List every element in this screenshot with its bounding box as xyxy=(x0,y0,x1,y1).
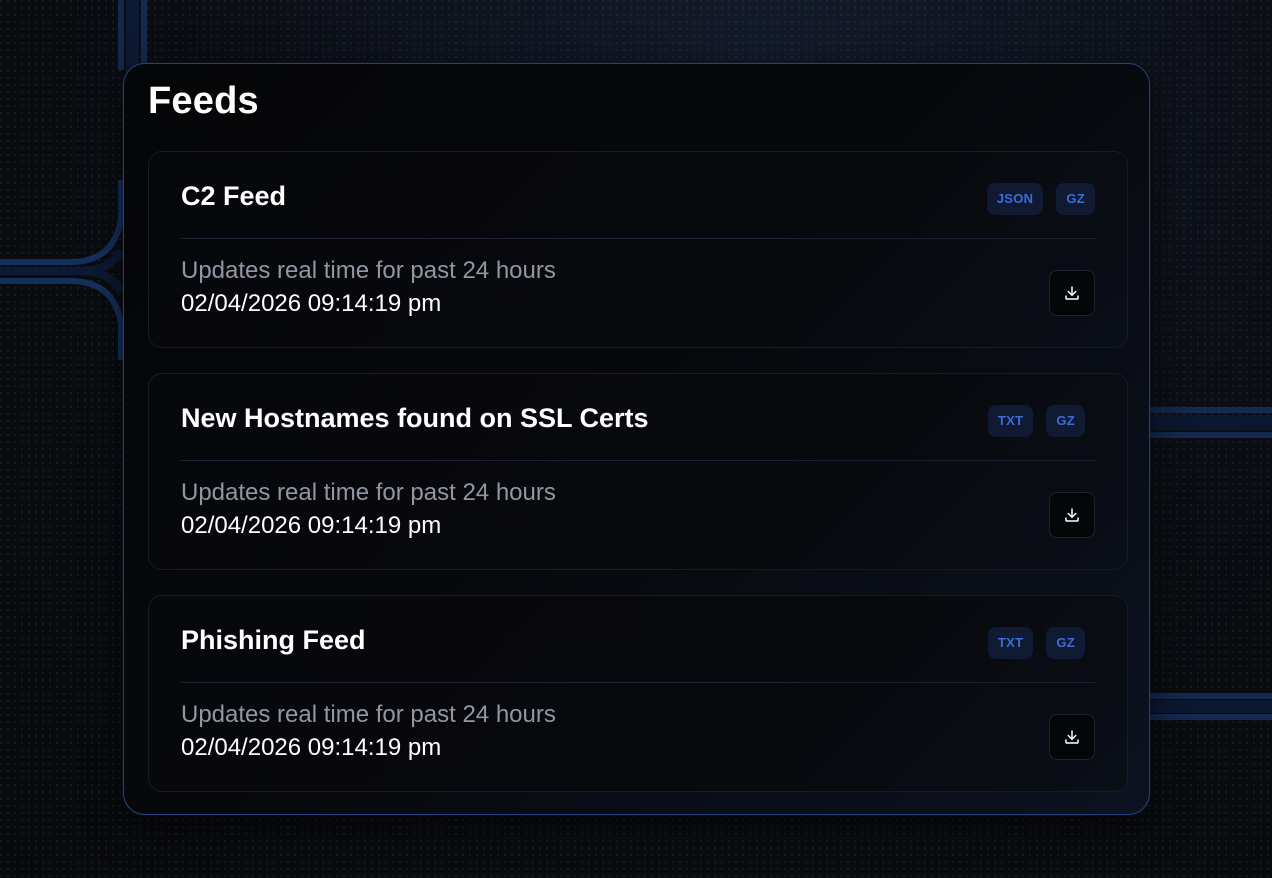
feeds-panel: Feeds C2 Feed JSON GZ Updates real time … xyxy=(123,63,1150,815)
app-background: Feeds C2 Feed JSON GZ Updates real time … xyxy=(0,0,1272,878)
feed-timestamp: 02/04/2026 09:14:19 pm xyxy=(181,290,442,317)
download-button-c2[interactable] xyxy=(1049,270,1095,316)
format-tag-txt: TXT xyxy=(987,405,1034,437)
feed-title: New Hostnames found on SSL Certs xyxy=(181,403,649,433)
format-tag-json: JSON xyxy=(986,183,1044,215)
format-tags: JSON GZ xyxy=(986,183,1095,215)
card-divider xyxy=(181,682,1095,683)
download-button-phishing[interactable] xyxy=(1049,714,1095,760)
format-tag-gz: GZ xyxy=(1046,405,1085,437)
feed-update-info: Updates real time for past 24 hours xyxy=(181,257,556,284)
download-icon xyxy=(1065,730,1079,744)
format-tags: TXT GZ xyxy=(987,627,1085,659)
format-tag-gz: GZ xyxy=(1046,627,1085,659)
format-tags: TXT GZ xyxy=(987,405,1085,437)
card-divider xyxy=(181,238,1095,239)
feed-card-phishing: Phishing Feed TXT GZ Updates real time f… xyxy=(148,595,1128,792)
feed-update-info: Updates real time for past 24 hours xyxy=(181,479,556,506)
card-divider xyxy=(181,460,1095,461)
feed-card-ssl-hostnames: New Hostnames found on SSL Certs TXT GZ … xyxy=(148,373,1128,570)
page-title: Feeds xyxy=(148,80,259,122)
format-tag-gz: GZ xyxy=(1056,183,1095,215)
feed-timestamp: 02/04/2026 09:14:19 pm xyxy=(181,734,442,761)
download-button-ssl-hostnames[interactable] xyxy=(1049,492,1095,538)
feed-title: Phishing Feed xyxy=(181,625,366,655)
feed-title: C2 Feed xyxy=(181,181,287,211)
feed-update-info: Updates real time for past 24 hours xyxy=(181,701,556,728)
feed-card-c2: C2 Feed JSON GZ Updates real time for pa… xyxy=(148,151,1128,348)
download-icon xyxy=(1065,508,1079,522)
download-icon xyxy=(1065,286,1079,300)
format-tag-txt: TXT xyxy=(987,627,1034,659)
feed-timestamp: 02/04/2026 09:14:19 pm xyxy=(181,512,442,539)
